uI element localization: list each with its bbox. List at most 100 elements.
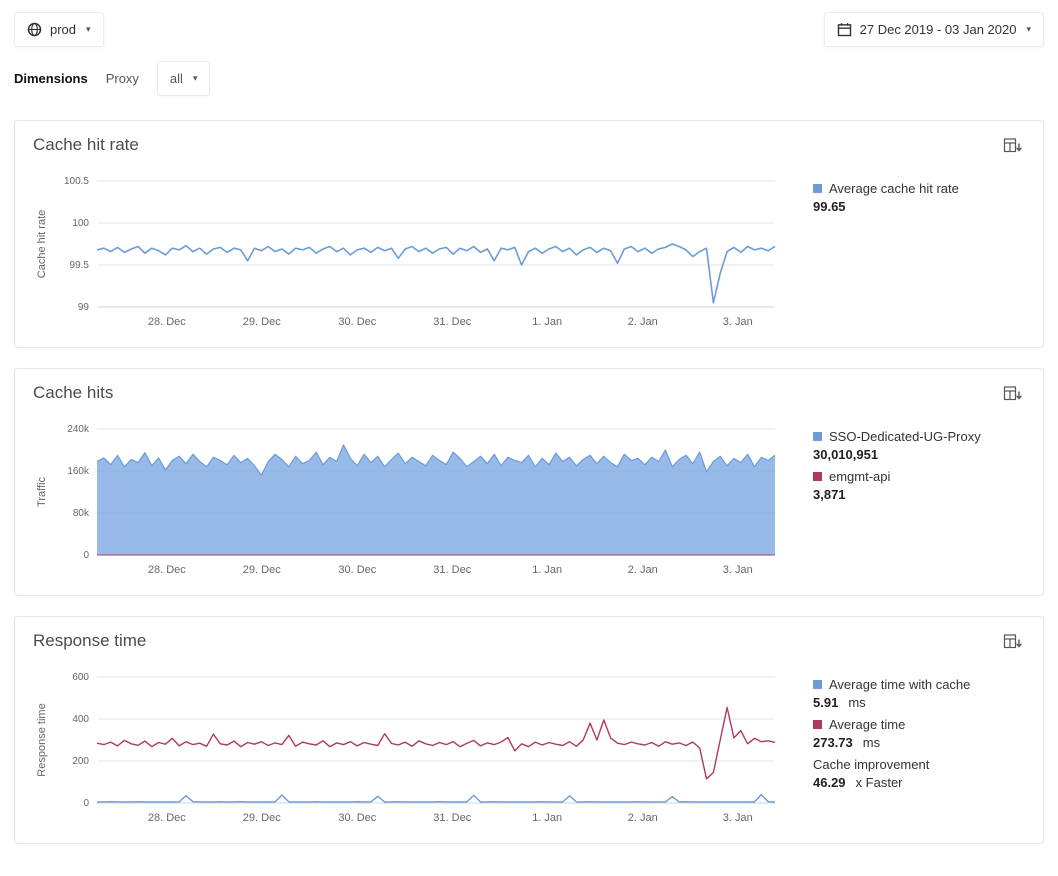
x-tick-label: 3. Jan bbox=[723, 812, 753, 824]
chart-region: 0 80k 160k 240k 28. Dec 29. Dec 30. Dec 31. Dec… bbox=[33, 415, 787, 583]
x-tick-label: 3. Jan bbox=[723, 316, 753, 328]
proxy-select-value: all bbox=[170, 71, 183, 86]
chart-legend: SSO-Dedicated-UG-Proxy 30,010,951 emgmt-ap… bbox=[787, 415, 1025, 583]
card-header: Cache hits bbox=[33, 383, 1025, 405]
legend-item-label[interactable]: Average time with cache bbox=[813, 677, 1025, 692]
x-tick-label: 31. Dec bbox=[433, 812, 471, 824]
cache-performance-dashboard: prod ▾ 27 Dec 2019 - 03 Jan 2020 ▾ Dimen… bbox=[0, 0, 1058, 876]
card-cache-hits: Cache hits 0 80k 160k 240k 28. Dec 29. Dec 30.… bbox=[14, 368, 1044, 596]
x-tick-label: 2. Jan bbox=[628, 812, 658, 824]
legend-value: 5.91ms bbox=[813, 695, 1025, 710]
chart-region: 99 99.5 100 100.5 28. Dec 29. Dec 30. Dec 31. D… bbox=[33, 167, 787, 335]
legend-value: 273.73ms bbox=[813, 735, 1025, 750]
chevron-down-icon: ▾ bbox=[1026, 24, 1031, 35]
x-tick-label: 3. Jan bbox=[723, 564, 753, 576]
y-tick-label: 0 bbox=[83, 550, 89, 561]
y-tick-label: 100 bbox=[72, 218, 89, 229]
y-axis-title: Cache hit rate bbox=[36, 210, 48, 278]
legend-value: 3,871 bbox=[813, 487, 1025, 502]
legend-swatch bbox=[813, 680, 822, 689]
x-tick-label: 31. Dec bbox=[433, 316, 471, 328]
y-tick-label: 400 bbox=[72, 714, 89, 725]
export-chart-button[interactable] bbox=[1001, 383, 1025, 405]
card-body: 0 80k 160k 240k 28. Dec 29. Dec 30. Dec 31. Dec… bbox=[33, 415, 1025, 583]
chart-legend: Average cache hit rate 99.65 bbox=[787, 167, 1025, 335]
legend-swatch bbox=[813, 432, 822, 441]
x-tick-label: 28. Dec bbox=[148, 564, 186, 576]
card-title: Cache hit rate bbox=[33, 135, 139, 155]
series-line[interactable] bbox=[97, 244, 775, 303]
date-range-picker[interactable]: 27 Dec 2019 - 03 Jan 2020 ▾ bbox=[824, 12, 1044, 47]
legend-swatch bbox=[813, 184, 822, 193]
y-axis-title: Traffic bbox=[36, 477, 48, 507]
legend-item-label: Cache improvement bbox=[813, 757, 1025, 772]
x-tick-label: 29. Dec bbox=[243, 564, 281, 576]
y-tick-label: 0 bbox=[83, 798, 89, 809]
card-header: Response time bbox=[33, 631, 1025, 653]
legend-item-label[interactable]: SSO-Dedicated-UG-Proxy bbox=[813, 429, 1025, 444]
x-tick-label: 2. Jan bbox=[628, 316, 658, 328]
legend-item-label[interactable]: Average time bbox=[813, 717, 1025, 732]
x-tick-label: 29. Dec bbox=[243, 812, 281, 824]
legend-swatch bbox=[813, 720, 822, 729]
chevron-down-icon: ▾ bbox=[86, 24, 91, 35]
environment-selector[interactable]: prod ▾ bbox=[14, 12, 104, 47]
globe-icon bbox=[27, 22, 42, 37]
export-chart-button[interactable] bbox=[1001, 631, 1025, 653]
x-tick-label: 30. Dec bbox=[338, 812, 376, 824]
x-tick-label: 29. Dec bbox=[243, 316, 281, 328]
x-tick-label: 1. Jan bbox=[532, 564, 562, 576]
card-cache-hit-rate: Cache hit rate 99 99.5 100 100.5 28. Dec 29. … bbox=[14, 120, 1044, 348]
x-tick-label: 28. Dec bbox=[148, 316, 186, 328]
y-axis-title: Response time bbox=[36, 703, 48, 776]
card-title: Response time bbox=[33, 631, 146, 651]
legend-value: 99.65 bbox=[813, 199, 1025, 214]
x-tick-label: 30. Dec bbox=[338, 316, 376, 328]
card-body: 99 99.5 100 100.5 28. Dec 29. Dec 30. Dec 31. D… bbox=[33, 167, 1025, 335]
x-tick-label: 1. Jan bbox=[532, 812, 562, 824]
card-header: Cache hit rate bbox=[33, 135, 1025, 157]
x-tick-label: 30. Dec bbox=[338, 564, 376, 576]
legend-value: 46.29x Faster bbox=[813, 775, 1025, 790]
export-data-icon bbox=[1003, 137, 1023, 155]
response-time-chart[interactable]: 0 200 400 600 28. Dec 29. Dec 30. Dec 31. Dec 1.… bbox=[33, 663, 787, 831]
y-tick-label: 80k bbox=[73, 508, 90, 519]
export-data-icon bbox=[1003, 633, 1023, 651]
series-line[interactable] bbox=[97, 795, 775, 802]
y-tick-label: 240k bbox=[67, 424, 90, 435]
filters-row: Dimensions Proxy all ▾ bbox=[14, 61, 1044, 96]
chart-region: 0 200 400 600 28. Dec 29. Dec 30. Dec 31. Dec 1.… bbox=[33, 663, 787, 831]
date-range-value: 27 Dec 2019 - 03 Jan 2020 bbox=[860, 22, 1017, 37]
legend-value: 30,010,951 bbox=[813, 447, 1025, 462]
card-body: 0 200 400 600 28. Dec 29. Dec 30. Dec 31. Dec 1.… bbox=[33, 663, 1025, 831]
proxy-label: Proxy bbox=[106, 71, 139, 86]
export-chart-button[interactable] bbox=[1001, 135, 1025, 157]
cache-hit-rate-chart[interactable]: 99 99.5 100 100.5 28. Dec 29. Dec 30. Dec 31. D… bbox=[33, 167, 787, 335]
dimensions-label: Dimensions bbox=[14, 71, 88, 86]
y-tick-label: 100.5 bbox=[64, 176, 89, 187]
topbar: prod ▾ 27 Dec 2019 - 03 Jan 2020 ▾ bbox=[14, 12, 1044, 47]
x-tick-label: 28. Dec bbox=[148, 812, 186, 824]
proxy-select[interactable]: all ▾ bbox=[157, 61, 211, 96]
legend-item-label[interactable]: Average cache hit rate bbox=[813, 181, 1025, 196]
y-tick-label: 200 bbox=[72, 756, 89, 767]
calendar-icon bbox=[837, 22, 852, 37]
x-tick-label: 31. Dec bbox=[433, 564, 471, 576]
card-title: Cache hits bbox=[33, 383, 113, 403]
series-area[interactable] bbox=[97, 445, 775, 555]
y-tick-label: 99.5 bbox=[70, 260, 90, 271]
chevron-down-icon: ▾ bbox=[193, 73, 198, 84]
x-tick-label: 2. Jan bbox=[628, 564, 658, 576]
card-response-time: Response time 0 200 400 600 28. Dec 29. Dec 30… bbox=[14, 616, 1044, 844]
y-tick-label: 160k bbox=[67, 466, 90, 477]
export-data-icon bbox=[1003, 385, 1023, 403]
series-line[interactable] bbox=[97, 708, 775, 779]
x-tick-label: 1. Jan bbox=[532, 316, 562, 328]
legend-item-label[interactable]: emgmt-api bbox=[813, 469, 1025, 484]
legend-swatch bbox=[813, 472, 822, 481]
cache-hits-chart[interactable]: 0 80k 160k 240k 28. Dec 29. Dec 30. Dec 31. Dec… bbox=[33, 415, 787, 583]
y-tick-label: 600 bbox=[72, 672, 89, 683]
chart-legend: Average time with cache 5.91ms Average tim… bbox=[787, 663, 1025, 831]
y-tick-label: 99 bbox=[78, 302, 90, 313]
environment-value: prod bbox=[50, 22, 76, 37]
